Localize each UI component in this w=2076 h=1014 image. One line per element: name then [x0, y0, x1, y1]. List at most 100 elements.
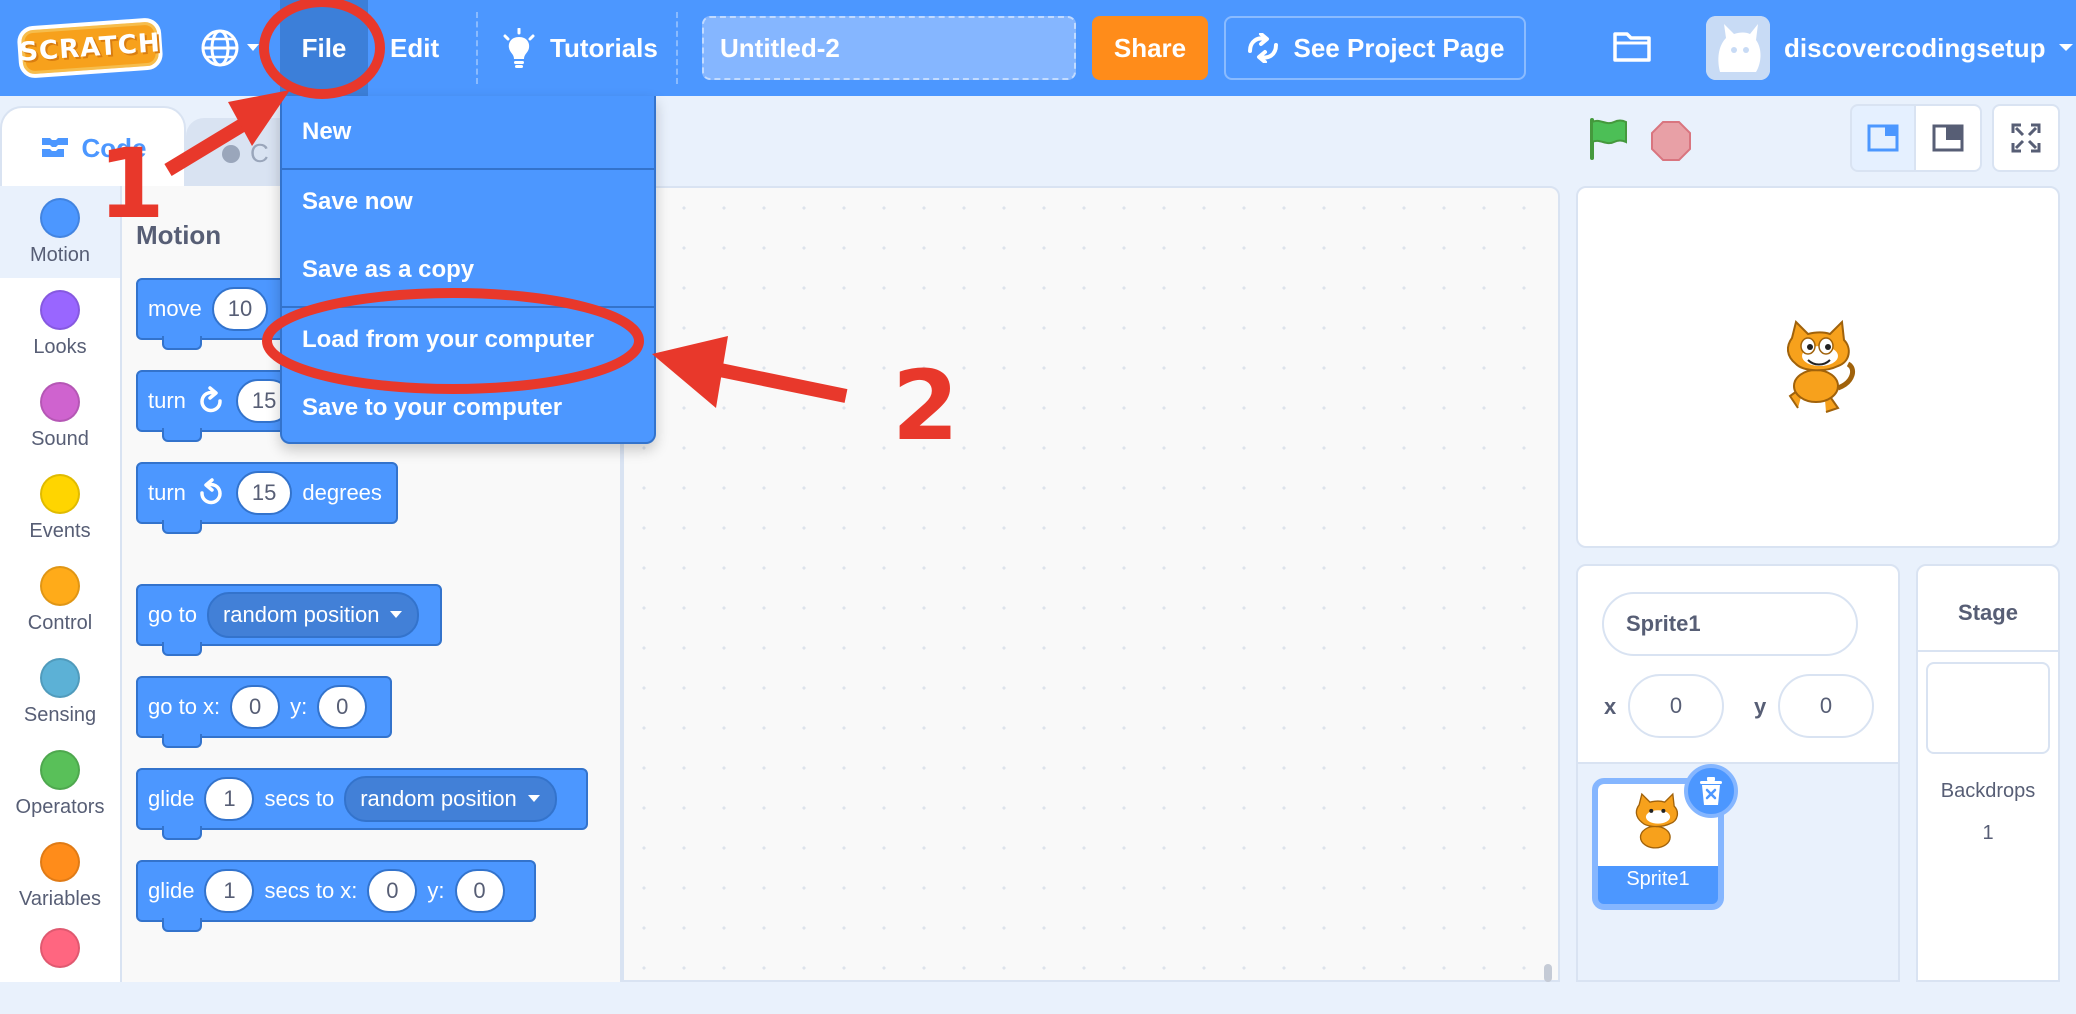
- large-stage-button[interactable]: [1916, 104, 1982, 172]
- sprite-y-input[interactable]: [1778, 674, 1874, 738]
- caret-down-icon: [390, 611, 403, 618]
- go-to-target-dropdown[interactable]: random position: [206, 592, 420, 638]
- sprite-tile-name: Sprite1: [1626, 868, 1690, 890]
- script-area[interactable]: [622, 186, 1560, 982]
- share-button[interactable]: Share: [1092, 16, 1208, 80]
- go-to-xy-block[interactable]: go to x: 0 y: 0: [136, 676, 392, 748]
- brush-icon: [222, 145, 240, 163]
- variables-category-icon: [40, 841, 80, 882]
- motion-category-icon: [40, 197, 80, 238]
- project-title-input[interactable]: [702, 16, 1076, 80]
- tab-costumes-label: C: [250, 137, 269, 168]
- menu-item-new[interactable]: New: [282, 100, 654, 164]
- caret-down-icon: [2058, 44, 2073, 51]
- fullscreen-button[interactable]: [1992, 104, 2060, 172]
- degrees-input[interactable]: 15: [235, 471, 293, 515]
- script-area-scrollbar[interactable]: [1544, 964, 1552, 982]
- sprite-x-input[interactable]: [1628, 674, 1724, 738]
- menu-item-save-as-copy[interactable]: Save as a copy: [282, 238, 654, 302]
- code-blocks-icon: [41, 138, 68, 157]
- green-flag-button[interactable]: [1586, 116, 1630, 165]
- go-to-block[interactable]: go to random position: [136, 584, 442, 656]
- rotate-right-icon: [200, 386, 222, 413]
- category-label: Events: [29, 519, 91, 542]
- block-categories: Motion Looks Sound Events Control Sensin…: [0, 186, 122, 982]
- control-category-icon: [40, 565, 80, 606]
- looks-category-icon: [40, 289, 80, 330]
- category-sound[interactable]: Sound: [0, 370, 120, 462]
- dropdown-value: random position: [360, 786, 517, 811]
- category-label: Sensing: [23, 703, 97, 726]
- menu-item-save-to-computer[interactable]: Save to your computer: [282, 376, 654, 440]
- x-label: x: [1604, 694, 1617, 719]
- menu-item-load-from-computer[interactable]: Load from your computer: [282, 308, 654, 372]
- block-label: y:: [427, 878, 445, 903]
- scratch-logo[interactable]: SCRATCH: [16, 17, 164, 79]
- operators-category-icon: [40, 749, 80, 790]
- category-variables[interactable]: Variables: [0, 830, 120, 922]
- y-label: y: [1754, 694, 1767, 719]
- block-label: turn: [148, 388, 186, 413]
- block-label: turn: [148, 480, 186, 505]
- x-input[interactable]: 0: [230, 685, 281, 729]
- sprite-info-pane: x y Sprite1: [1576, 564, 1900, 982]
- edit-menu-button[interactable]: Edit: [390, 0, 439, 96]
- account-menu[interactable]: discovercodingsetup: [1784, 0, 2074, 96]
- y-input[interactable]: 0: [317, 685, 368, 729]
- file-menu-button[interactable]: File: [280, 0, 368, 96]
- remix-arrows-icon: [1247, 33, 1278, 63]
- backdrops-count: 1: [1982, 822, 1994, 844]
- category-label: Looks: [33, 335, 87, 358]
- category-label: Control: [27, 611, 93, 634]
- events-category-icon: [40, 473, 80, 514]
- turn-left-block[interactable]: turn 15 degrees: [136, 462, 398, 534]
- category-sensing[interactable]: Sensing: [0, 646, 120, 738]
- large-stage-icon: [1932, 124, 1964, 152]
- backdrop-thumbnail[interactable]: [1926, 662, 2050, 754]
- sprite-name-input[interactable]: [1602, 592, 1858, 656]
- stage-selector-pane[interactable]: Stage Backdrops 1: [1916, 564, 2060, 982]
- my-blocks-category-icon: [40, 928, 80, 968]
- step-number-2: 2: [892, 350, 959, 462]
- dropdown-value: random position: [222, 602, 380, 627]
- stage-heading: Stage: [1958, 600, 2018, 625]
- block-label: go to: [148, 602, 197, 627]
- category-looks[interactable]: Looks: [0, 278, 120, 370]
- category-events[interactable]: Events: [0, 462, 120, 554]
- small-stage-button[interactable]: [1850, 104, 1916, 172]
- stage-canvas[interactable]: [1576, 186, 2060, 548]
- stop-button[interactable]: [1650, 120, 1692, 167]
- menu-divider: [676, 12, 678, 84]
- glide-to-block[interactable]: glide 1 secs to random position: [136, 768, 588, 840]
- glide-target-dropdown[interactable]: random position: [344, 776, 557, 822]
- fullscreen-icon: [2011, 123, 2041, 153]
- tutorials-button[interactable]: Tutorials: [502, 0, 658, 96]
- sprite-list: Sprite1: [1578, 762, 1898, 980]
- lightbulb-icon: [503, 28, 535, 68]
- avatar[interactable]: [1706, 16, 1770, 80]
- my-stuff-button[interactable]: [1612, 28, 1652, 69]
- y-input[interactable]: 0: [454, 869, 505, 913]
- category-control[interactable]: Control: [0, 554, 120, 646]
- menu-bar: SCRATCH File Edit Tutorials Share: [0, 0, 2076, 96]
- steps-input[interactable]: 10: [211, 287, 269, 331]
- secs-input[interactable]: 1: [204, 777, 255, 821]
- category-operators[interactable]: Operators: [0, 738, 120, 830]
- small-stage-icon: [1867, 124, 1899, 152]
- see-project-page-button[interactable]: See Project Page: [1224, 16, 1526, 80]
- category-label: Motion: [29, 243, 91, 266]
- file-dropdown-menu: New Save now Save as a copy Load from yo…: [280, 96, 656, 444]
- language-menu[interactable]: [200, 26, 264, 70]
- category-my-blocks[interactable]: [0, 922, 120, 1014]
- secs-input[interactable]: 1: [204, 869, 255, 913]
- divider: [1918, 650, 2058, 652]
- backdrops-label: Backdrops: [1940, 780, 2036, 802]
- caret-down-icon: [527, 795, 540, 802]
- green-flag-icon: [1590, 118, 1627, 160]
- menu-item-save-now[interactable]: Save now: [282, 170, 654, 234]
- block-label: secs to x:: [264, 878, 358, 903]
- delete-sprite-button[interactable]: [1684, 764, 1738, 818]
- stop-sign-icon: [1651, 121, 1691, 161]
- x-input[interactable]: 0: [367, 869, 418, 913]
- glide-xy-block[interactable]: glide 1 secs to x: 0 y: 0: [136, 860, 536, 932]
